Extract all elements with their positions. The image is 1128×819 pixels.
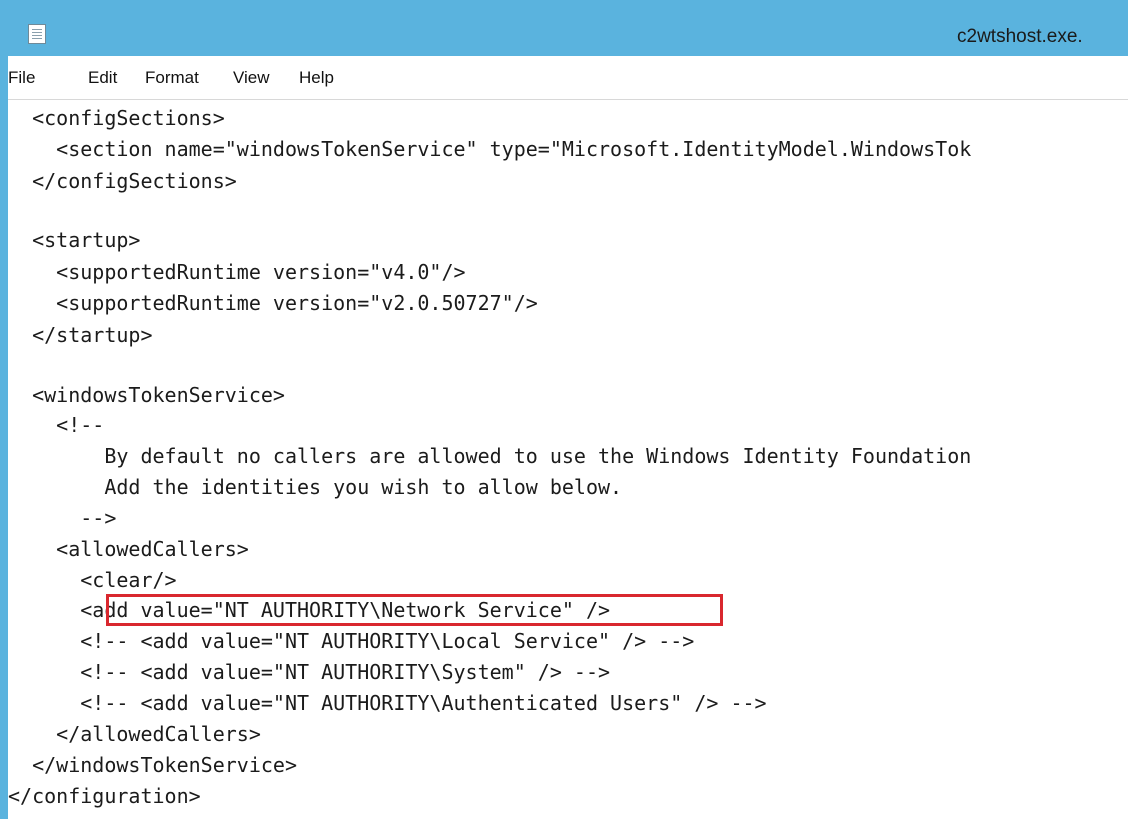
code-line: <supportedRuntime version="v4.0"/>	[8, 260, 466, 284]
code-line: -->	[8, 506, 117, 530]
window-title: c2wtshost.exe.	[957, 26, 1083, 47]
code-line: <startup>	[8, 228, 141, 252]
code-line: <windowsTokenService>	[8, 383, 285, 407]
menu-view[interactable]: View	[233, 68, 270, 88]
menu-bar: File Edit Format View Help	[8, 56, 1128, 100]
code-line: <clear/>	[8, 568, 177, 592]
code-line: <allowedCallers>	[8, 537, 249, 561]
code-line: <section name="windowsTokenService" type…	[8, 137, 972, 161]
code-line: <!-- <add value="NT AUTHORITY\System" />…	[8, 660, 611, 684]
code-line: </windowsTokenService>	[8, 753, 297, 777]
code-line: Add the identities you wish to allow bel…	[8, 475, 623, 499]
notepad-icon[interactable]	[28, 24, 46, 44]
title-bar[interactable]: c2wtshost.exe.	[0, 0, 1128, 56]
code-line: </startup>	[8, 323, 153, 347]
code-line: By default no callers are allowed to use…	[8, 444, 972, 468]
menu-format[interactable]: Format	[145, 68, 199, 88]
menu-help[interactable]: Help	[299, 68, 334, 88]
text-editor-area[interactable]: <configSections> <section name="windowsT…	[8, 100, 1128, 819]
code-line: <!-- <add value="NT AUTHORITY\Authentica…	[8, 691, 767, 715]
code-line: <!-- <add value="NT AUTHORITY\Local Serv…	[8, 629, 695, 653]
code-line: </configuration>	[8, 784, 201, 808]
code-line: <!--	[8, 413, 105, 437]
highlight-box	[106, 594, 723, 626]
notepad-window: c2wtshost.exe. File Edit Format View Hel…	[0, 0, 1128, 819]
menu-edit[interactable]: Edit	[88, 68, 117, 88]
menu-file[interactable]: File	[8, 68, 35, 88]
code-line: </configSections>	[8, 169, 237, 193]
code-line: <configSections>	[8, 106, 225, 130]
window-frame-left	[0, 0, 8, 819]
code-line: </allowedCallers>	[8, 722, 261, 746]
code-line: <supportedRuntime version="v2.0.50727"/>	[8, 291, 538, 315]
